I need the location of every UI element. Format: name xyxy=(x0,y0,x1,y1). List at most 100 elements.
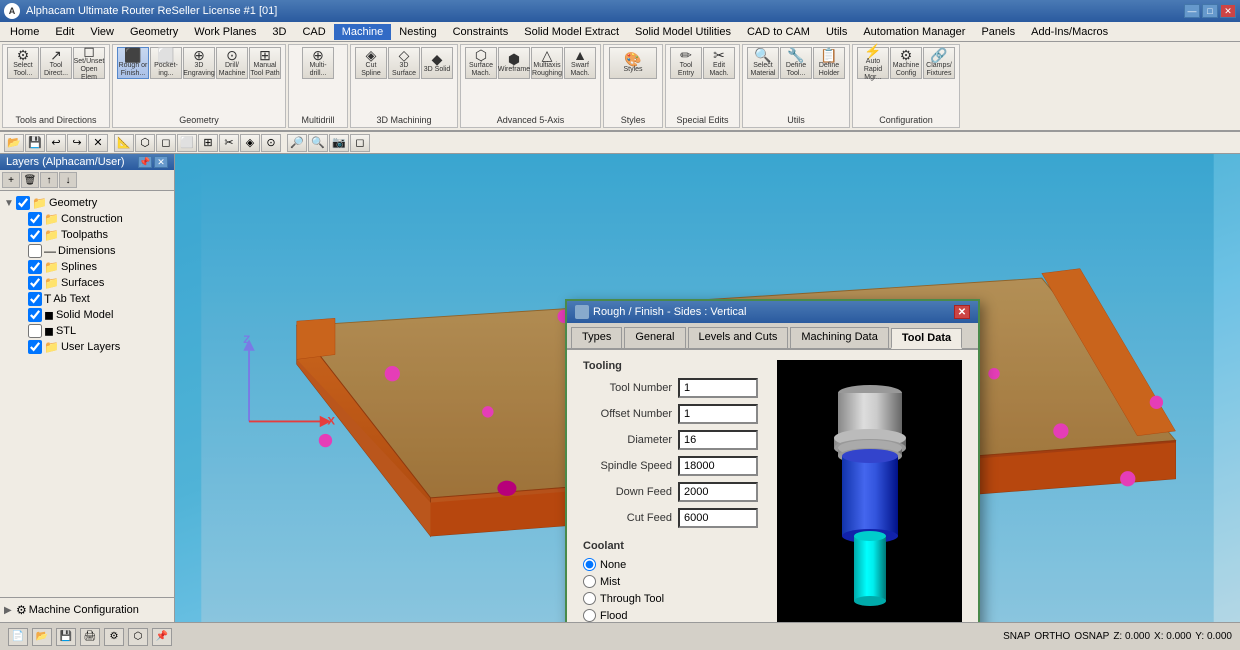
tab-machining-data[interactable]: Machining Data xyxy=(790,327,888,348)
tab-tool-data[interactable]: Tool Data xyxy=(891,328,962,349)
status-config-button[interactable]: ⚙ xyxy=(104,628,124,646)
open-file-button[interactable]: 📂 xyxy=(4,134,24,152)
3d-engraving-button[interactable]: ⊕ 3DEngraving xyxy=(183,47,215,79)
zoom-in-button[interactable]: 🔎 xyxy=(287,134,307,152)
styles-button[interactable]: 🎨 Styles xyxy=(609,47,657,79)
coolant-flood-radio[interactable] xyxy=(583,609,596,622)
status-grid-button[interactable]: ⬡ xyxy=(128,628,148,646)
menu-utils[interactable]: Utils xyxy=(818,24,855,40)
tree-check-dimensions[interactable] xyxy=(28,244,42,258)
cut-feed-input[interactable] xyxy=(678,508,758,528)
view-3d-button[interactable]: ⬜ xyxy=(177,134,197,152)
tree-item-toolpaths[interactable]: 📁 Toolpaths xyxy=(4,227,170,243)
tree-expand-geometry[interactable]: ▼ xyxy=(4,198,16,209)
menu-nesting[interactable]: Nesting xyxy=(391,24,444,40)
up-layer-button[interactable]: ↑ xyxy=(40,172,58,188)
menu-workplanes[interactable]: Work Planes xyxy=(186,24,264,40)
tree-item-geometry[interactable]: ▼ 📁 Geometry xyxy=(4,195,170,211)
screenshot-button[interactable]: 📷 xyxy=(329,134,349,152)
drill-machine-button[interactable]: ⊙ Drill/Machine xyxy=(216,47,248,79)
grid-button[interactable]: ⬡ xyxy=(135,134,155,152)
manual-tool-path-button[interactable]: ⊞ ManualTool Path xyxy=(249,47,281,79)
tree-check-stl[interactable] xyxy=(28,324,42,338)
menu-home[interactable]: Home xyxy=(2,24,47,40)
clamps-fixtures-button[interactable]: 🔗 Clamps/Fixtures xyxy=(923,47,955,79)
menu-solid-model-extract[interactable]: Solid Model Extract xyxy=(516,24,627,40)
auto-rapid-button[interactable]: ⚡ Auto RapidMgr... xyxy=(857,47,889,79)
rough-finish-button[interactable]: ⬛ Rough orFinish... xyxy=(117,47,149,79)
panel-pin-button[interactable]: 📌 xyxy=(138,156,152,168)
tree-item-splines[interactable]: 📁 Splines xyxy=(4,259,170,275)
menu-panels[interactable]: Panels xyxy=(973,24,1023,40)
cut-spline-button[interactable]: ◈ Cut Spline xyxy=(355,47,387,79)
close-button[interactable]: ✕ xyxy=(1220,4,1236,18)
surface-machining-button[interactable]: ⬡ SurfaceMach. xyxy=(465,47,497,79)
undo-button[interactable]: ↩ xyxy=(46,134,66,152)
delete-layer-button[interactable]: 🗑 xyxy=(21,172,39,188)
drill-small-button[interactable]: ⊙ xyxy=(261,134,281,152)
tree-item-surfaces[interactable]: 📁 Surfaces xyxy=(4,275,170,291)
machine-config-button[interactable]: ⚙ MachineConfig xyxy=(890,47,922,79)
window-button[interactable]: ◻ xyxy=(350,134,370,152)
menu-edit[interactable]: Edit xyxy=(47,24,82,40)
menu-cad-to-cam[interactable]: CAD to CAM xyxy=(739,24,818,40)
cancel-button[interactable]: ✕ xyxy=(88,134,108,152)
menu-3d[interactable]: 3D xyxy=(264,24,294,40)
menu-automation[interactable]: Automation Manager xyxy=(855,24,973,40)
coolant-through-radio[interactable] xyxy=(583,592,596,605)
diameter-input[interactable] xyxy=(678,430,758,450)
dialog-close-button[interactable]: ✕ xyxy=(954,305,970,319)
tab-general[interactable]: General xyxy=(624,327,685,348)
zoom-out-button[interactable]: 🔍 xyxy=(308,134,328,152)
machine-expand[interactable]: ▶ xyxy=(4,605,16,616)
3d-solid-button[interactable]: ◆ 3D Solid xyxy=(421,47,453,79)
tree-item-userlayers[interactable]: 📁 User Layers xyxy=(4,339,170,355)
menu-view[interactable]: View xyxy=(82,24,122,40)
tree-item-dimensions[interactable]: — Dimensions xyxy=(4,243,170,259)
status-new-button[interactable]: 📄 xyxy=(8,628,28,646)
menu-solid-model-utilities[interactable]: Solid Model Utilities xyxy=(627,24,739,40)
menu-constraints[interactable]: Constraints xyxy=(445,24,517,40)
redo-button[interactable]: ↪ xyxy=(67,134,87,152)
viewport[interactable]: Z X Rough / Finis xyxy=(175,154,1240,622)
multiaxis-roughing-button[interactable]: △ MultiaxisRoughing xyxy=(531,47,563,79)
menu-cad[interactable]: CAD xyxy=(294,24,333,40)
wireframe-machining-button[interactable]: ⬢ Wireframe xyxy=(498,47,530,79)
tree-check-userlayers[interactable] xyxy=(28,340,42,354)
tree-check-surfaces[interactable] xyxy=(28,276,42,290)
tree-check-abtext[interactable] xyxy=(28,292,42,306)
panel-close-button[interactable]: ✕ xyxy=(154,156,168,168)
maximize-button[interactable]: □ xyxy=(1202,4,1218,18)
tool-number-input[interactable] xyxy=(678,378,758,398)
menu-geometry[interactable]: Geometry xyxy=(122,24,186,40)
status-print-button[interactable]: 🖨 xyxy=(80,628,100,646)
down-feed-input[interactable] xyxy=(678,482,758,502)
tree-check-geometry[interactable] xyxy=(16,196,30,210)
menu-machine[interactable]: Machine xyxy=(334,24,392,40)
tab-types[interactable]: Types xyxy=(571,327,622,348)
tree-check-construction[interactable] xyxy=(28,212,42,226)
tree-check-solidmodel[interactable] xyxy=(28,308,42,322)
set-unset-open-button[interactable]: ◻ Set/UnsetOpen Elem xyxy=(73,47,105,79)
multidrill-button[interactable]: ⊕ Multi-drill... xyxy=(302,47,334,79)
status-snap-button[interactable]: 📌 xyxy=(152,628,172,646)
tree-item-construction[interactable]: 📁 Construction xyxy=(4,211,170,227)
define-tool-button[interactable]: 🔧 DefineTool... xyxy=(780,47,812,79)
select-material-button[interactable]: 🔍 SelectMaterial xyxy=(747,47,779,79)
view-iso-button[interactable]: ⊞ xyxy=(198,134,218,152)
tool-directions-button[interactable]: ↗ ToolDirect... xyxy=(40,47,72,79)
tree-item-solidmodel[interactable]: ◼ Solid Model xyxy=(4,307,170,323)
menu-addins[interactable]: Add-Ins/Macros xyxy=(1023,24,1116,40)
coolant-none-radio[interactable] xyxy=(583,558,596,571)
spindle-speed-input[interactable] xyxy=(678,456,758,476)
tree-check-toolpaths[interactable] xyxy=(28,228,42,242)
pocketing-button[interactable]: ⬜ Pocket-ing... xyxy=(150,47,182,79)
measure-button[interactable]: ◈ xyxy=(240,134,260,152)
status-save-button[interactable]: 💾 xyxy=(56,628,76,646)
offset-number-input[interactable] xyxy=(678,404,758,424)
coolant-mist-radio[interactable] xyxy=(583,575,596,588)
3d-surface-button[interactable]: ◇ 3D Surface xyxy=(388,47,420,79)
status-open-button[interactable]: 📂 xyxy=(32,628,52,646)
new-layer-button[interactable]: + xyxy=(2,172,20,188)
snap-button[interactable]: 📐 xyxy=(114,134,134,152)
